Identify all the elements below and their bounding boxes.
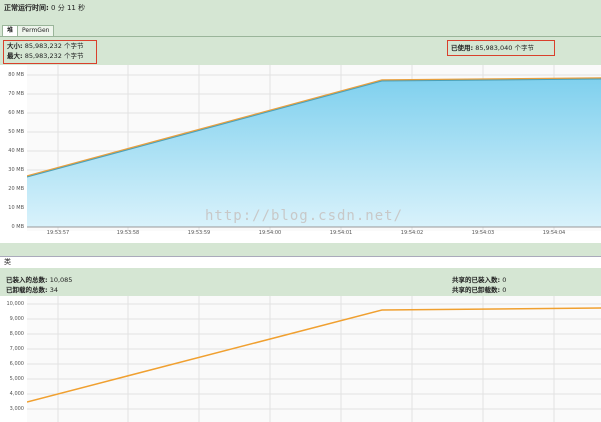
heap-y-tick: 80 MB	[8, 72, 24, 78]
heap-y-tick: 20 MB	[8, 186, 24, 192]
uptime-label: 正常运行时间:	[4, 4, 49, 12]
heap-plot	[27, 65, 601, 231]
unloaded-value: 34	[49, 286, 58, 294]
heap-max-value: 85,983,232 个字节	[24, 52, 84, 60]
watermark: http://blog.csdn.net/	[205, 208, 404, 224]
heap-used-row: 已使用: 85,983,040 个字节	[448, 41, 554, 55]
heap-x-tick: 19:54:02	[400, 230, 424, 236]
heap-used-label: 已使用:	[451, 44, 474, 52]
loaded-label: 已装入的总数:	[6, 276, 48, 284]
classes-header-label: 类	[4, 258, 11, 266]
classes-plot	[27, 296, 601, 422]
heap-size-value: 85,983,232 个字节	[24, 42, 84, 50]
heap-y-tick: 40 MB	[8, 148, 24, 154]
heap-y-tick: 60 MB	[8, 110, 24, 116]
heap-used-box: 已使用: 85,983,040 个字节	[447, 40, 555, 56]
class-y-tick: 5,000	[9, 376, 24, 382]
class-y-tick: 6,000	[9, 361, 24, 367]
class-y-tick: 3,000	[9, 406, 24, 412]
heap-y-tick: 30 MB	[8, 167, 24, 173]
uptime-display: 正常运行时间: 0 分 11 秒	[4, 3, 85, 13]
classes-chart: 10,000 9,000 8,000 7,000 6,000 5,000 4,0…	[0, 296, 601, 422]
tab-bar: 堆 PermGen	[0, 24, 601, 37]
class-y-tick: 10,000	[6, 301, 25, 307]
class-y-tick: 4,000	[9, 391, 24, 397]
shared-unloaded-value: 0	[502, 286, 507, 294]
shared-loaded-row: 共享的已装入数: 0	[452, 274, 506, 284]
uptime-value: 0 分 11 秒	[51, 4, 86, 12]
shared-unloaded-label: 共享的已卸载数:	[452, 286, 501, 294]
heap-x-tick: 19:53:59	[187, 230, 211, 236]
heap-x-tick: 19:54:01	[329, 230, 353, 236]
shared-unloaded-row: 共享的已卸载数: 0	[452, 284, 506, 294]
loaded-value: 10,085	[49, 276, 73, 284]
heap-size-label: 大小:	[7, 42, 23, 50]
classes-info-panel: 已装入的总数: 10,085 已卸载的总数: 34 共享的已装入数: 0 共享的…	[0, 268, 601, 296]
unloaded-label: 已卸载的总数:	[6, 286, 48, 294]
heap-x-tick: 19:53:57	[46, 230, 70, 236]
class-y-tick: 7,000	[9, 346, 24, 352]
unloaded-row: 已卸载的总数: 34	[6, 284, 58, 294]
tab-heap[interactable]: 堆	[2, 25, 19, 36]
shared-loaded-label: 共享的已装入数:	[452, 276, 501, 284]
heap-x-tick: 19:54:04	[542, 230, 566, 236]
heap-max-row: 最大: 85,983,232 个字节	[4, 51, 96, 61]
heap-x-tick: 19:53:58	[116, 230, 140, 236]
heap-y-tick: 70 MB	[8, 91, 24, 97]
heap-size-box: 大小: 85,983,232 个字节 最大: 85,983,232 个字节	[3, 40, 97, 64]
heap-info-panel: 大小: 85,983,232 个字节 最大: 85,983,232 个字节 已使…	[0, 37, 601, 65]
heap-max-label: 最大:	[7, 52, 23, 60]
loaded-row: 已装入的总数: 10,085	[6, 274, 72, 284]
heap-x-tick: 19:54:00	[258, 230, 282, 236]
heap-y-tick: 10 MB	[8, 205, 24, 211]
tab-permgen[interactable]: PermGen	[17, 25, 55, 36]
heap-y-tick: 50 MB	[8, 129, 24, 135]
shared-loaded-value: 0	[502, 276, 507, 284]
class-y-tick: 9,000	[9, 316, 24, 322]
heap-y-tick: 0 MB	[11, 224, 24, 230]
heap-size-row: 大小: 85,983,232 个字节	[4, 41, 96, 51]
class-y-tick: 8,000	[9, 331, 24, 337]
heap-used-value: 85,983,040 个字节	[475, 44, 534, 52]
heap-x-tick: 19:54:03	[471, 230, 495, 236]
